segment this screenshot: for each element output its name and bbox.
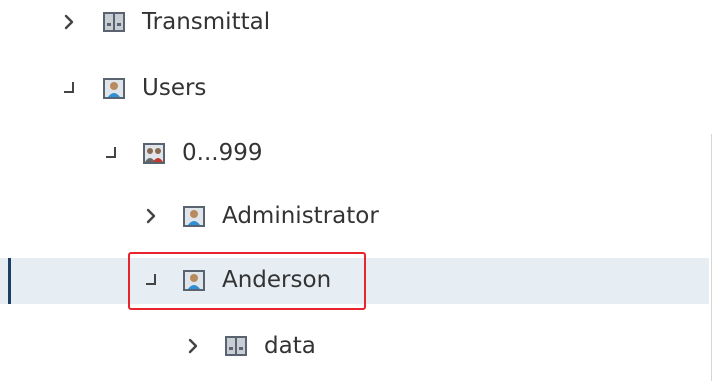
user-folder-icon <box>102 76 126 100</box>
tree-node-label: data <box>264 333 316 359</box>
panel-border <box>711 134 712 381</box>
user-group-icon <box>142 141 166 165</box>
binder-icon <box>102 10 126 34</box>
tree-node-label: Administrator <box>222 203 379 229</box>
tree-node-users[interactable]: Users <box>0 66 709 112</box>
tree-node-transmittal[interactable]: Transmittal <box>0 0 709 46</box>
collapse-icon[interactable] <box>100 142 122 164</box>
folder-tree: Transmittal Users 0...999 Administrator … <box>0 0 715 381</box>
chevron-right-icon[interactable] <box>182 335 204 357</box>
collapse-icon[interactable] <box>58 77 80 99</box>
tree-node-0-999[interactable]: 0...999 <box>0 131 709 177</box>
tree-node-data[interactable]: data <box>0 324 709 370</box>
user-folder-icon <box>182 204 206 228</box>
tree-node-label: Transmittal <box>142 9 271 35</box>
binder-icon <box>224 334 248 358</box>
highlight-annotation <box>128 252 366 310</box>
chevron-right-icon[interactable] <box>58 11 80 33</box>
tree-node-administrator[interactable]: Administrator <box>0 194 709 240</box>
tree-node-label: Users <box>142 75 207 101</box>
tree-node-label: 0...999 <box>182 140 263 166</box>
chevron-right-icon[interactable] <box>140 205 162 227</box>
